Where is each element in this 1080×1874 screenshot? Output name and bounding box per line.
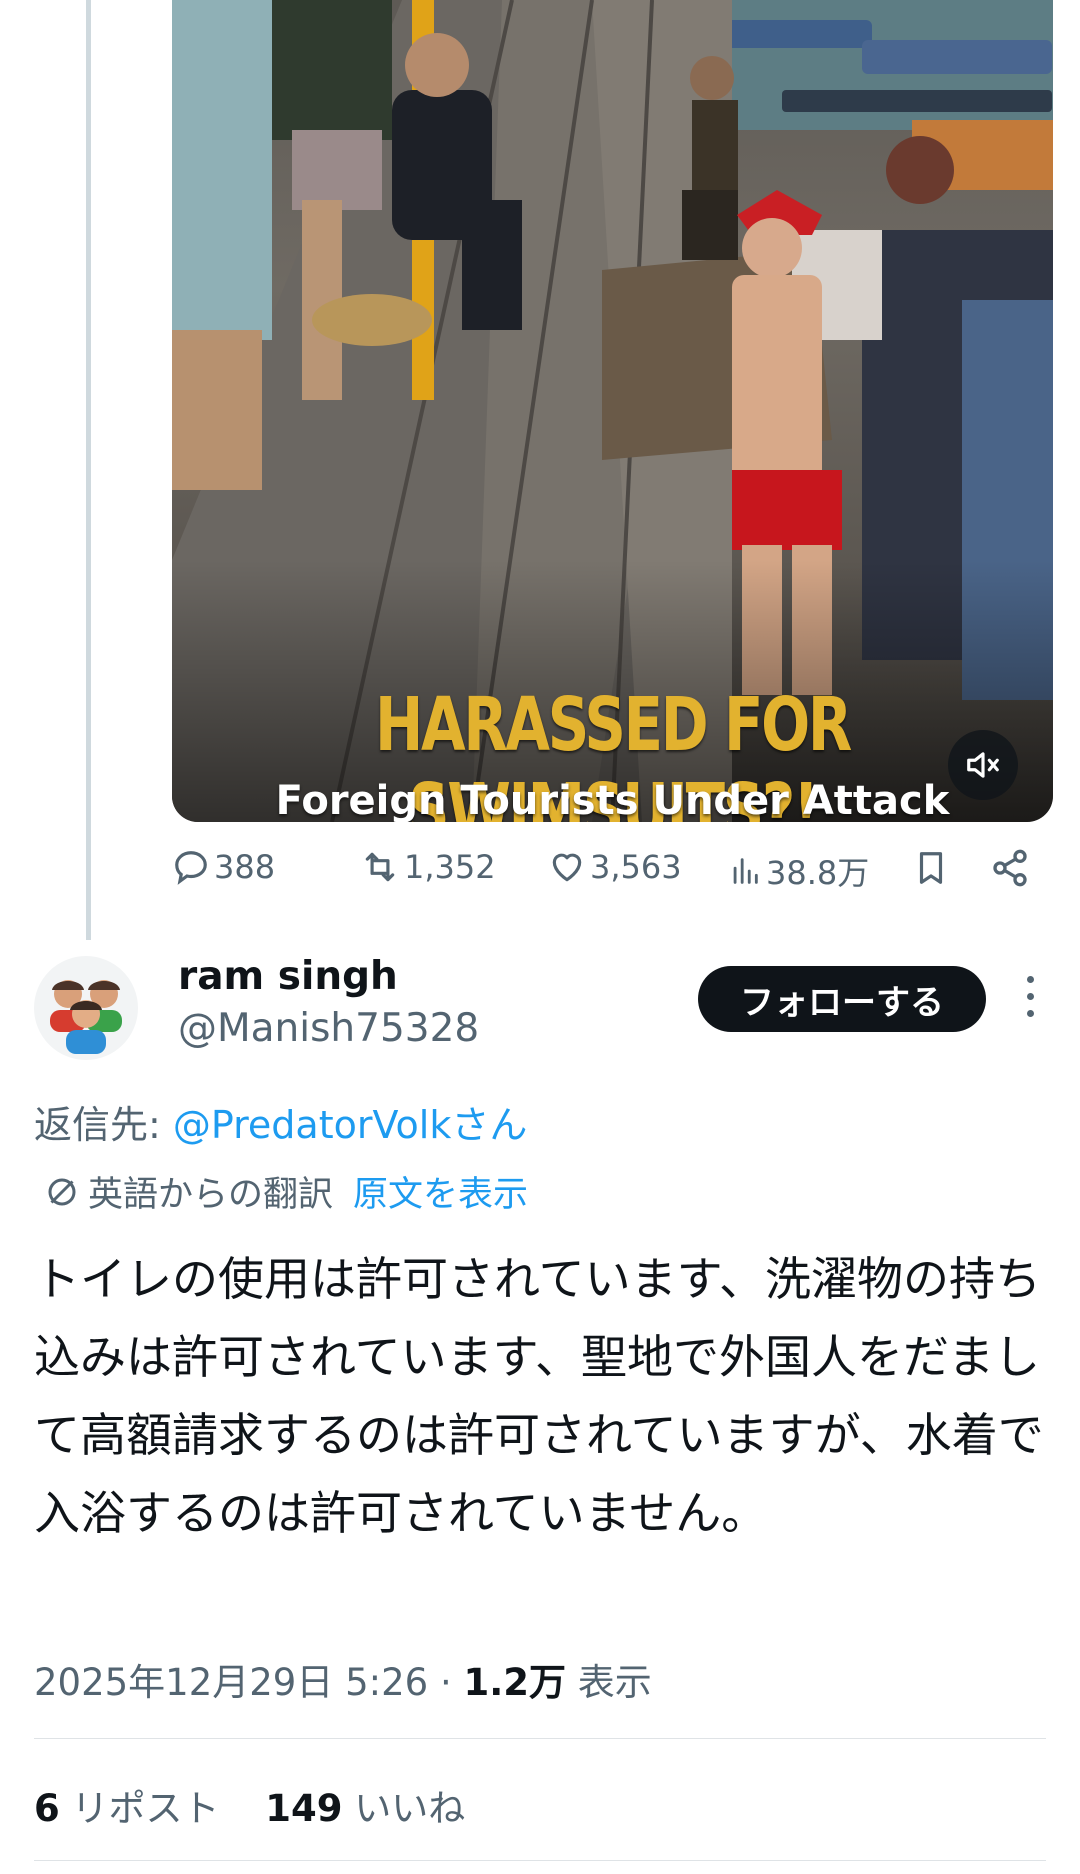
- reply-action[interactable]: 388: [172, 848, 275, 886]
- reposts-stat-label: リポスト: [59, 1787, 220, 1830]
- divider: [34, 1738, 1046, 1739]
- author-display-name[interactable]: ram singh: [178, 954, 398, 999]
- views-action[interactable]: 38.8万: [728, 848, 869, 894]
- reply-bubble-icon: [175, 851, 207, 885]
- share-action[interactable]: [990, 848, 1034, 888]
- repost-action[interactable]: 1,352: [360, 848, 496, 886]
- divider: [34, 1860, 1046, 1861]
- bookmark-icon: [919, 852, 943, 884]
- tweet-view-count: 1.2万: [463, 1661, 567, 1704]
- like-action[interactable]: 3,563: [548, 848, 682, 886]
- bookmark-action[interactable]: [912, 848, 954, 888]
- speaker-muted-icon: [967, 752, 999, 778]
- reposts-stat-count: 6: [34, 1787, 60, 1830]
- likes-stat[interactable]: 149 いいね: [265, 1787, 465, 1830]
- author-handle[interactable]: @Manish75328: [178, 1006, 479, 1051]
- views-label: 表示: [566, 1661, 652, 1704]
- replying-to-prefix: 返信先:: [34, 1103, 173, 1147]
- reply-count: 388: [214, 848, 276, 886]
- like-count: 3,563: [590, 848, 682, 886]
- meta-separator: ·: [428, 1661, 464, 1704]
- mute-button[interactable]: [948, 730, 1018, 800]
- tweet-text: トイレの使用は許可されています、洗濯物の持ち込みは許可されています、聖地で外国人…: [34, 1252, 1044, 1540]
- replying-to-mention[interactable]: @PredatorVolkさん: [173, 1103, 527, 1147]
- repost-count: 1,352: [404, 848, 496, 886]
- translate-icon: [48, 1178, 76, 1205]
- reposts-stat[interactable]: 6 リポスト: [34, 1787, 220, 1830]
- view-count: 38.8万: [766, 854, 870, 892]
- translation-label: 英語からの翻訳: [88, 1175, 334, 1215]
- more-options-icon[interactable]: [1020, 976, 1040, 1026]
- tweet-meta: 2025年12月29日 5:26 · 1.2万 表示: [34, 1652, 652, 1706]
- show-original-link[interactable]: 原文を表示: [353, 1166, 528, 1217]
- follow-button[interactable]: フォローする: [698, 966, 986, 1032]
- repost-icon: [365, 852, 395, 882]
- heart-icon: [552, 853, 582, 882]
- likes-stat-label: いいね: [342, 1787, 466, 1830]
- tweet-action-bar: 388 1,352 3,563 38.8万: [172, 848, 1052, 898]
- video-player[interactable]: HARASSED FOR SWIMSUITS?! Foreign Tourist…: [172, 0, 1053, 822]
- replying-to: 返信先: @PredatorVolkさん: [34, 1094, 527, 1149]
- translation-notice: 英語からの翻訳 原文を表示: [44, 1166, 528, 1217]
- likes-stat-count: 149: [265, 1787, 343, 1830]
- share-icon: [993, 849, 1027, 887]
- users-group-icon: [50, 980, 122, 1054]
- avatar[interactable]: [34, 956, 138, 1060]
- timestamp[interactable]: 2025年12月29日 5:26: [34, 1661, 428, 1704]
- thread-connector-line: [86, 0, 91, 940]
- video-caption-subtitle: Foreign Tourists Under Attack: [275, 778, 950, 822]
- analytics-bars-icon: [733, 858, 758, 884]
- engagement-stats: 6 リポスト 149 いいね: [34, 1778, 465, 1832]
